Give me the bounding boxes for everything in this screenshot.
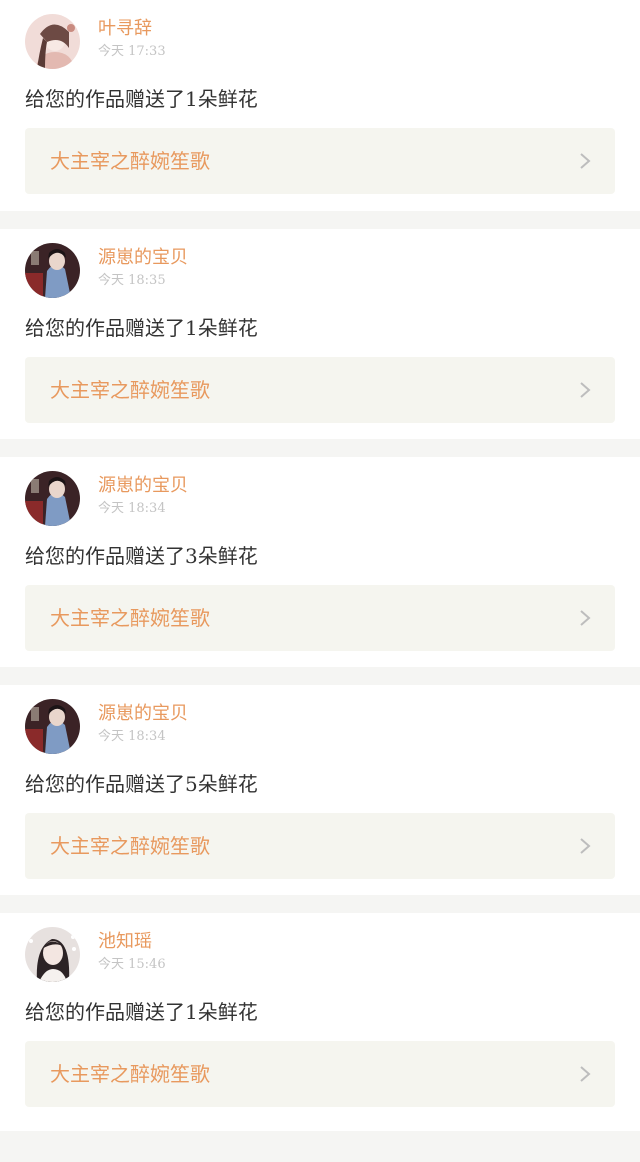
user-avatar[interactable] — [25, 927, 80, 982]
work-title: 大主宰之醉婉笙歌 — [50, 149, 210, 173]
notification-card: 源崽的宝贝 今天 18:34 给您的作品赠送了5朵鲜花 大主宰之醉婉笙歌 — [0, 685, 640, 895]
sender-name[interactable]: 源崽的宝贝 — [98, 475, 188, 497]
gift-message: 给您的作品赠送了1朵鲜花 — [25, 316, 258, 340]
user-avatar[interactable] — [25, 243, 80, 298]
gift-message: 给您的作品赠送了1朵鲜花 — [25, 87, 258, 111]
gift-time: 今天 18:34 — [98, 501, 166, 516]
sender-name[interactable]: 池知瑶 — [98, 931, 152, 953]
chevron-right-icon — [579, 609, 591, 627]
work-link-button[interactable]: 大主宰之醉婉笙歌 — [25, 128, 615, 194]
work-link-button[interactable]: 大主宰之醉婉笙歌 — [25, 585, 615, 651]
work-title: 大主宰之醉婉笙歌 — [50, 378, 210, 402]
notification-card: 池知瑶 今天 15:46 给您的作品赠送了1朵鲜花 大主宰之醉婉笙歌 — [0, 913, 640, 1131]
user-avatar[interactable] — [25, 471, 80, 526]
work-title: 大主宰之醉婉笙歌 — [50, 606, 210, 630]
chevron-right-icon — [579, 381, 591, 399]
work-link-button[interactable]: 大主宰之醉婉笙歌 — [25, 813, 615, 879]
gift-time: 今天 17:33 — [98, 44, 166, 59]
chevron-right-icon — [579, 837, 591, 855]
user-avatar[interactable] — [25, 14, 80, 69]
user-avatar[interactable] — [25, 699, 80, 754]
sender-name[interactable]: 源崽的宝贝 — [98, 703, 188, 725]
sender-name[interactable]: 叶寻辞 — [98, 18, 152, 40]
work-title: 大主宰之醉婉笙歌 — [50, 834, 210, 858]
notification-list: 叶寻辞 今天 17:33 给您的作品赠送了1朵鲜花 大主宰之醉婉笙歌 源崽的宝贝… — [0, 0, 640, 1131]
notification-card: 源崽的宝贝 今天 18:35 给您的作品赠送了1朵鲜花 大主宰之醉婉笙歌 — [0, 229, 640, 439]
notification-card: 源崽的宝贝 今天 18:34 给您的作品赠送了3朵鲜花 大主宰之醉婉笙歌 — [0, 457, 640, 667]
gift-time: 今天 15:46 — [98, 957, 166, 972]
chevron-right-icon — [579, 1065, 591, 1083]
chevron-right-icon — [579, 152, 591, 170]
work-link-button[interactable]: 大主宰之醉婉笙歌 — [25, 1041, 615, 1107]
gift-message: 给您的作品赠送了3朵鲜花 — [25, 544, 258, 568]
gift-message: 给您的作品赠送了5朵鲜花 — [25, 772, 258, 796]
work-title: 大主宰之醉婉笙歌 — [50, 1062, 210, 1086]
notification-card: 叶寻辞 今天 17:33 给您的作品赠送了1朵鲜花 大主宰之醉婉笙歌 — [0, 0, 640, 211]
sender-name[interactable]: 源崽的宝贝 — [98, 247, 188, 269]
gift-time: 今天 18:35 — [98, 273, 166, 288]
gift-message: 给您的作品赠送了1朵鲜花 — [25, 1000, 258, 1024]
gift-time: 今天 18:34 — [98, 729, 166, 744]
work-link-button[interactable]: 大主宰之醉婉笙歌 — [25, 357, 615, 423]
